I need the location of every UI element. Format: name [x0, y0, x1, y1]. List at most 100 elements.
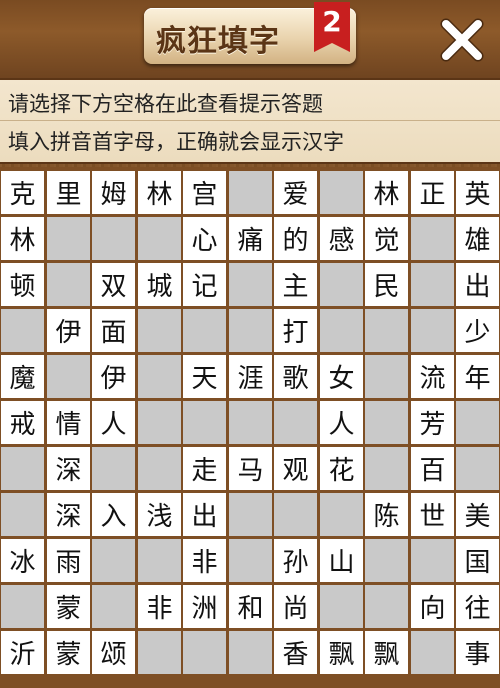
grid-cell[interactable]: 英	[456, 171, 499, 214]
blocked-cell	[320, 585, 363, 628]
level-badge-number: 2	[322, 5, 342, 38]
grid-cell[interactable]: 觉	[365, 217, 408, 260]
grid-cell[interactable]: 宫	[183, 171, 226, 214]
grid-cell[interactable]: 事	[456, 631, 499, 674]
grid-cell[interactable]: 世	[411, 493, 454, 536]
grid-cell[interactable]: 心	[183, 217, 226, 260]
grid-cell[interactable]: 浅	[138, 493, 181, 536]
blocked-cell	[274, 401, 317, 444]
grid-cell[interactable]: 陈	[365, 493, 408, 536]
grid-cell[interactable]: 双	[92, 263, 135, 306]
grid-cell[interactable]: 蒙	[47, 585, 90, 628]
grid-cell[interactable]: 马	[229, 447, 272, 490]
grid-cell[interactable]: 里	[47, 171, 90, 214]
blocked-cell	[183, 309, 226, 352]
grid-cell[interactable]: 非	[138, 585, 181, 628]
grid-cell[interactable]: 美	[456, 493, 499, 536]
grid-cell[interactable]: 香	[274, 631, 317, 674]
grid-cell[interactable]: 伊	[92, 355, 135, 398]
grid-cell[interactable]: 痛	[229, 217, 272, 260]
grid-cell[interactable]: 深	[47, 447, 90, 490]
grid-cell[interactable]: 人	[92, 401, 135, 444]
grid-cell[interactable]: 顿	[1, 263, 44, 306]
grid-cell[interactable]: 女	[320, 355, 363, 398]
grid-cell[interactable]: 沂	[1, 631, 44, 674]
blocked-cell	[92, 217, 135, 260]
grid-cell[interactable]: 打	[274, 309, 317, 352]
grid-cell[interactable]: 人	[320, 401, 363, 444]
grid-cell[interactable]: 洲	[183, 585, 226, 628]
grid-cell[interactable]: 天	[183, 355, 226, 398]
grid-cell[interactable]: 林	[365, 171, 408, 214]
grid-cell[interactable]: 感	[320, 217, 363, 260]
hint-panel: 请选择下方空格在此查看提示答题 填入拼音首字母，正确就会显示汉字	[0, 78, 500, 164]
grid-cell[interactable]: 和	[229, 585, 272, 628]
grid-cell[interactable]: 记	[183, 263, 226, 306]
grid-cell[interactable]: 冰	[1, 539, 44, 582]
grid-cell[interactable]: 颂	[92, 631, 135, 674]
grid-cell[interactable]: 爱	[274, 171, 317, 214]
grid-cell[interactable]: 深	[47, 493, 90, 536]
grid-cell[interactable]: 尚	[274, 585, 317, 628]
grid-cell[interactable]: 百	[411, 447, 454, 490]
grid-cell[interactable]: 飘	[365, 631, 408, 674]
grid-cell[interactable]: 伊	[47, 309, 90, 352]
grid-cell[interactable]: 向	[411, 585, 454, 628]
grid-cell[interactable]: 涯	[229, 355, 272, 398]
blocked-cell	[47, 355, 90, 398]
blocked-cell	[365, 309, 408, 352]
blocked-cell	[411, 263, 454, 306]
grid-cell[interactable]: 出	[183, 493, 226, 536]
grid-cell[interactable]: 飘	[320, 631, 363, 674]
blocked-cell	[138, 447, 181, 490]
grid-cell[interactable]: 流	[411, 355, 454, 398]
grid-cell[interactable]: 少	[456, 309, 499, 352]
grid-cell[interactable]: 非	[183, 539, 226, 582]
grid-cell[interactable]: 民	[365, 263, 408, 306]
grid-cell[interactable]: 雨	[47, 539, 90, 582]
grid-cell[interactable]: 正	[411, 171, 454, 214]
blocked-cell	[411, 217, 454, 260]
grid-cell[interactable]: 芳	[411, 401, 454, 444]
blocked-cell	[138, 539, 181, 582]
blocked-cell	[411, 631, 454, 674]
blocked-cell	[365, 447, 408, 490]
grid-cell[interactable]: 林	[138, 171, 181, 214]
grid-cell[interactable]: 歌	[274, 355, 317, 398]
blocked-cell	[229, 401, 272, 444]
grid-cell[interactable]: 入	[92, 493, 135, 536]
blocked-cell	[365, 401, 408, 444]
grid-cell[interactable]: 出	[456, 263, 499, 306]
level-badge: 2	[314, 2, 350, 52]
grid-cell[interactable]: 面	[92, 309, 135, 352]
blocked-cell	[229, 539, 272, 582]
blocked-cell	[229, 171, 272, 214]
grid-cell[interactable]: 主	[274, 263, 317, 306]
app-title: 疯狂填字	[156, 24, 280, 59]
blocked-cell	[320, 309, 363, 352]
grid-cell[interactable]: 往	[456, 585, 499, 628]
grid-cell[interactable]: 年	[456, 355, 499, 398]
crossword-board: 克里姆林宫爱林正英林心痛的感觉雄顿双城记主民出伊面打少魔伊天涯歌女流年戒情人人芳…	[0, 167, 500, 688]
grid-cell[interactable]: 情	[47, 401, 90, 444]
grid-cell[interactable]: 蒙	[47, 631, 90, 674]
grid-cell[interactable]: 城	[138, 263, 181, 306]
grid-cell[interactable]: 国	[456, 539, 499, 582]
top-bar: 疯狂填字 2	[0, 0, 500, 78]
grid-cell[interactable]: 克	[1, 171, 44, 214]
close-button[interactable]	[438, 16, 486, 64]
grid-cell[interactable]: 魔	[1, 355, 44, 398]
grid-cell[interactable]: 走	[183, 447, 226, 490]
grid-cell[interactable]: 花	[320, 447, 363, 490]
grid-cell[interactable]: 雄	[456, 217, 499, 260]
grid-cell[interactable]: 山	[320, 539, 363, 582]
grid-cell[interactable]: 孙	[274, 539, 317, 582]
grid-cell[interactable]: 戒	[1, 401, 44, 444]
grid-cell[interactable]: 林	[1, 217, 44, 260]
blocked-cell	[365, 539, 408, 582]
blocked-cell	[365, 355, 408, 398]
grid-cell[interactable]: 观	[274, 447, 317, 490]
grid-cell[interactable]: 的	[274, 217, 317, 260]
grid-cell[interactable]: 姆	[92, 171, 135, 214]
blocked-cell	[92, 585, 135, 628]
